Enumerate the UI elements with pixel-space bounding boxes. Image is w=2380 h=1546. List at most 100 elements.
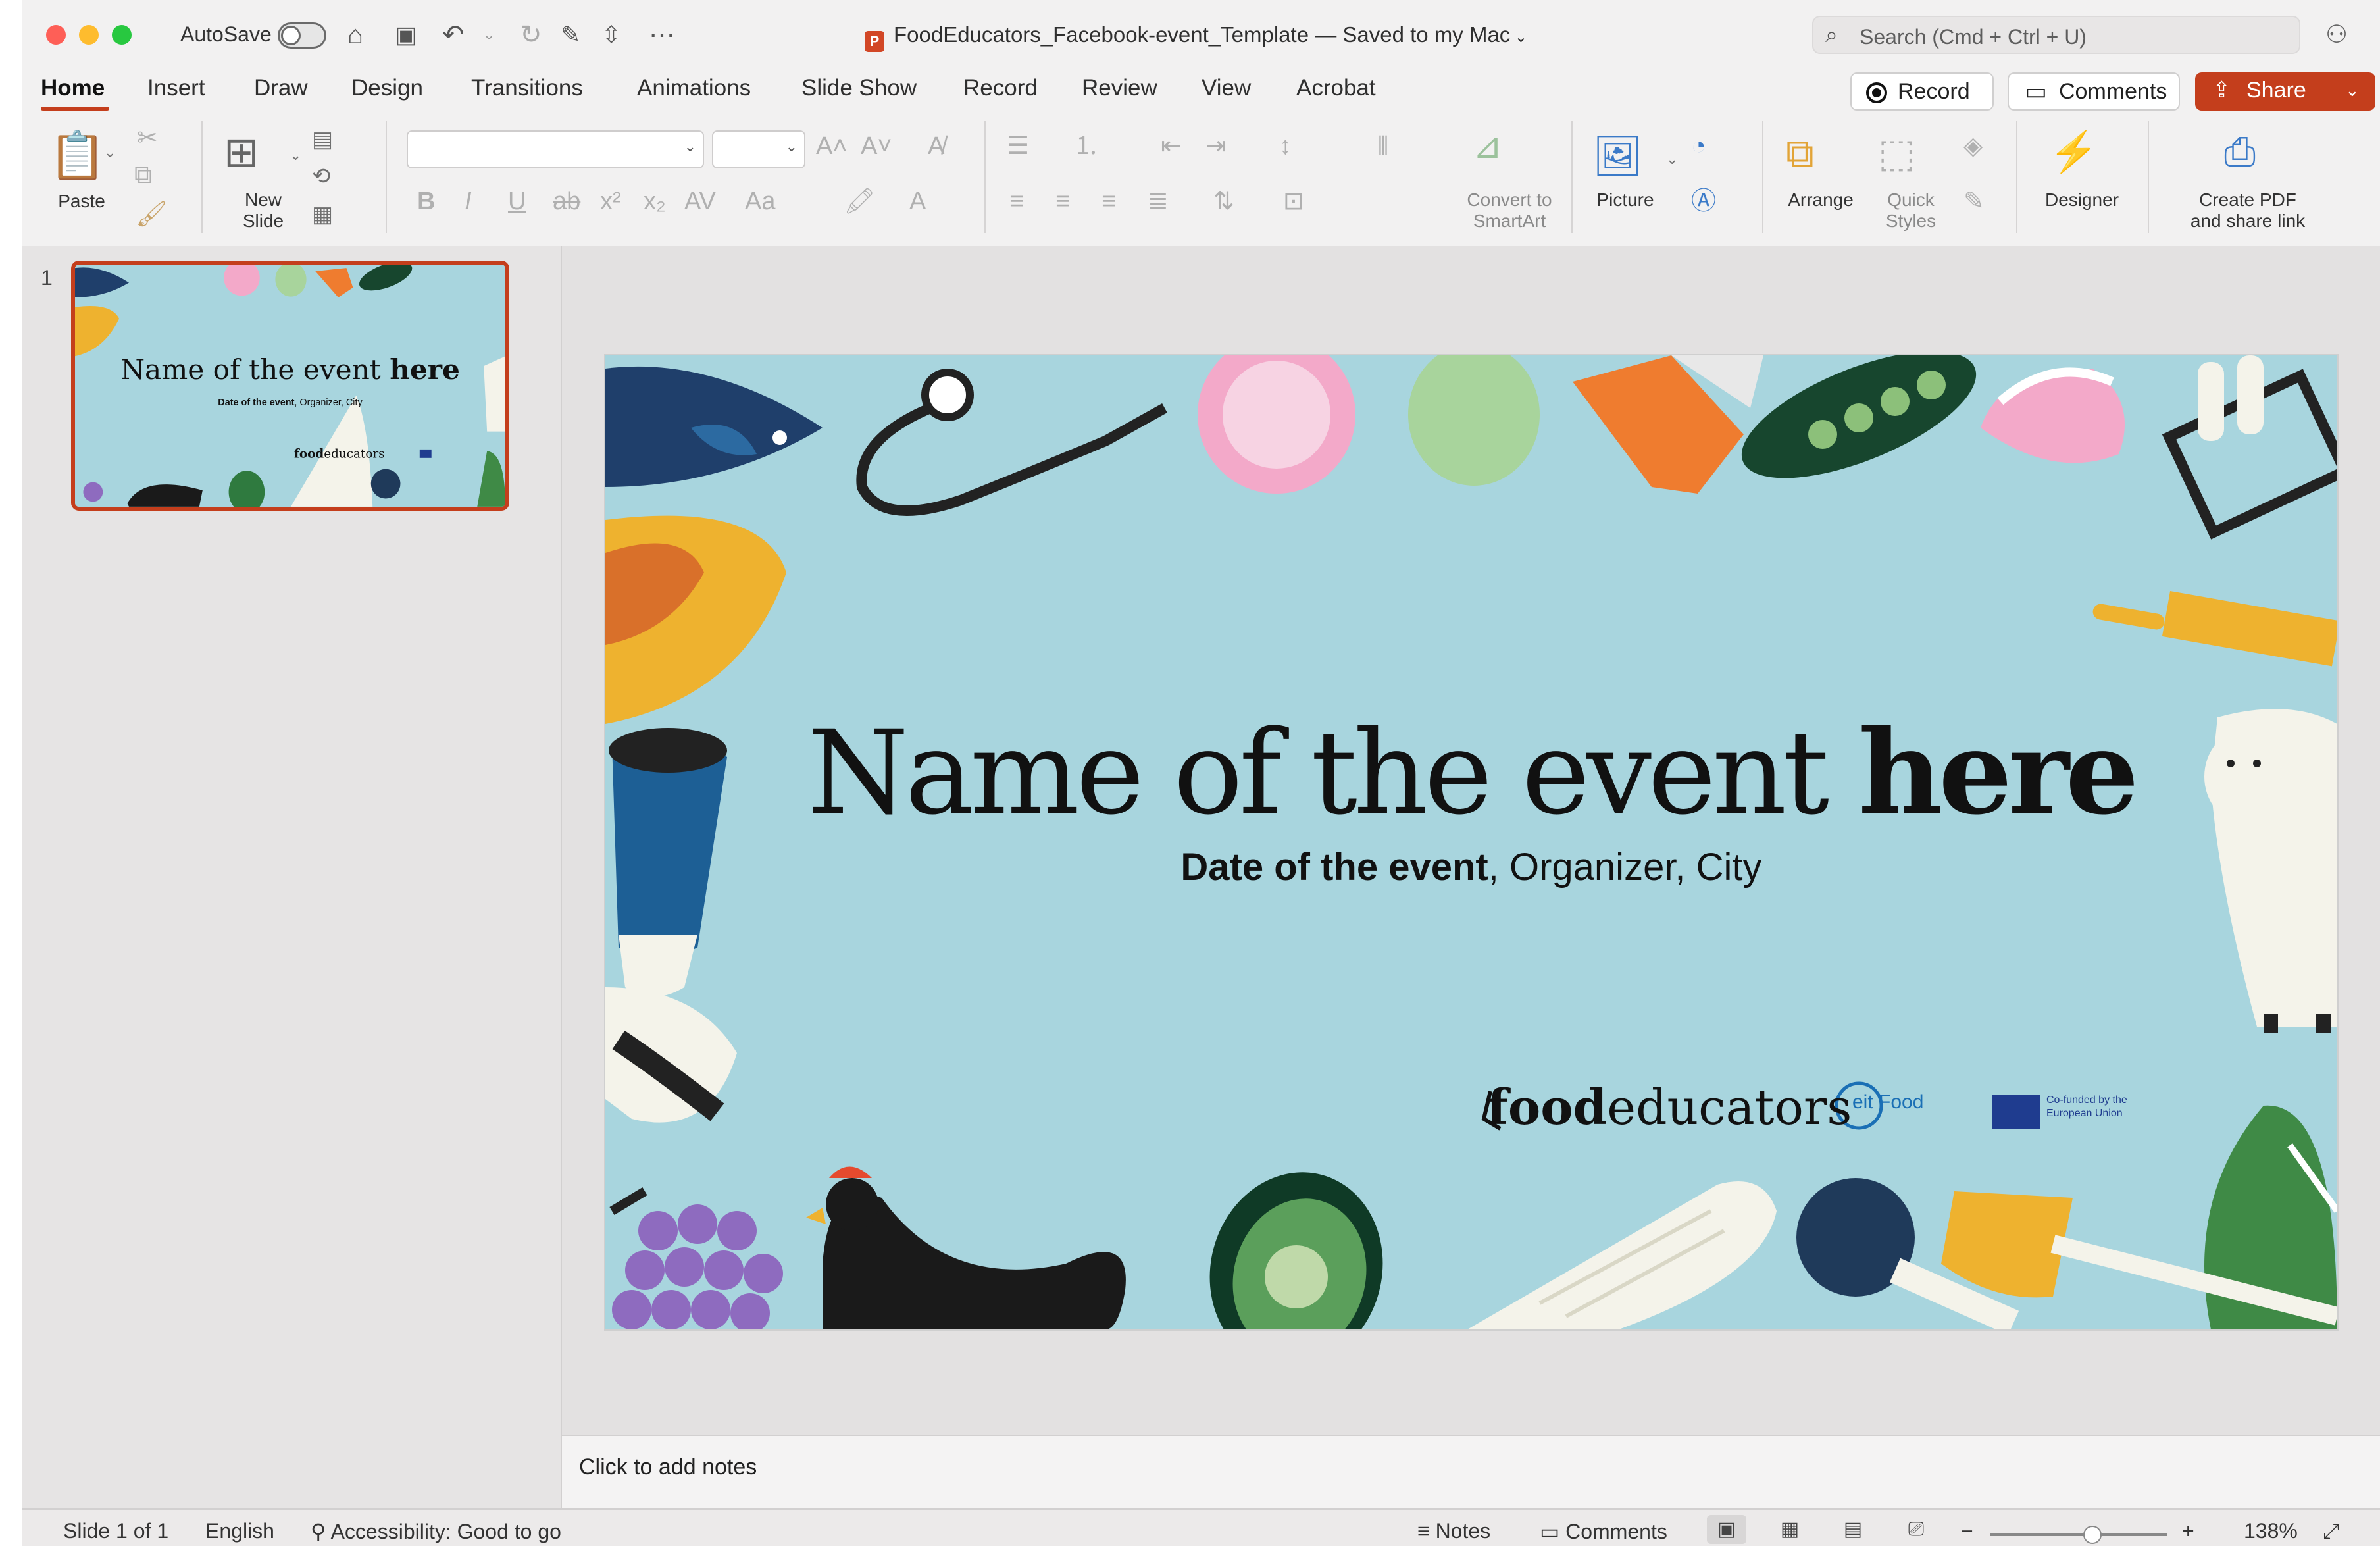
zoom-in-icon[interactable]: +	[2182, 1519, 2194, 1543]
save-icon[interactable]: ▣	[395, 18, 417, 51]
shapes-icon[interactable]: ◔	[1691, 132, 1706, 161]
convert-smartart-label[interactable]: Convert to SmartArt	[1437, 190, 1582, 232]
tab-record[interactable]: Record	[963, 75, 1038, 101]
align-right-icon[interactable]: ≡	[1101, 187, 1116, 216]
shape-outline-icon[interactable]: ✎	[1963, 187, 1985, 216]
undo-icon[interactable]: ↶	[442, 18, 465, 51]
customize-toolbar-icon[interactable]: ⇳	[601, 18, 621, 51]
slide-subtitle[interactable]: Date of the event, Organizer, City	[605, 845, 2337, 889]
numbering-icon[interactable]: ⒈	[1074, 132, 1099, 161]
slide-title[interactable]: Name of the event here	[605, 704, 2337, 840]
current-slide[interactable]: Name of the event here Date of the event…	[605, 355, 2337, 1329]
clear-formatting-icon[interactable]: A̸	[928, 132, 944, 161]
copy-icon[interactable]: ⧉	[134, 161, 152, 190]
strikethrough-icon[interactable]: ab	[553, 187, 580, 216]
picture-dropdown-chevron-icon[interactable]: ⌄	[1666, 145, 1678, 174]
designer-label[interactable]: Designer	[2029, 190, 2135, 211]
columns-icon[interactable]: ⫴	[1378, 132, 1388, 161]
decrease-indent-icon[interactable]: ⇤	[1161, 132, 1182, 161]
convert-smartart-icon[interactable]: ⊿	[1473, 128, 1502, 164]
comments-toggle[interactable]: ▭ Comments	[1540, 1519, 1667, 1544]
notes-placeholder[interactable]: Click to add notes	[579, 1455, 757, 1480]
search-box[interactable]: ⌕ Search (Cmd + Ctrl + U)	[1812, 16, 2300, 54]
undo-dropdown-chevron-icon[interactable]: ⌄	[483, 18, 495, 51]
quick-styles-label[interactable]: Quick Styles	[1858, 190, 1963, 232]
zoom-slider[interactable]	[1990, 1533, 2167, 1536]
tab-home[interactable]: Home	[41, 75, 105, 101]
notes-toggle[interactable]: ≡ Notes	[1417, 1519, 1490, 1543]
increase-indent-icon[interactable]: ⇥	[1205, 132, 1227, 161]
create-pdf-icon[interactable]: ⎙	[2224, 129, 2256, 175]
paste-dropdown-chevron-icon[interactable]: ⌄	[104, 138, 116, 167]
increase-font-size-icon[interactable]: A˄	[816, 132, 848, 161]
zoom-slider-handle[interactable]	[2083, 1526, 2102, 1544]
fit-to-window-icon[interactable]: ⤢	[2323, 1519, 2340, 1544]
tab-animations[interactable]: Animations	[637, 75, 751, 101]
paste-icon[interactable]: 📋	[49, 129, 106, 182]
slide-show-button[interactable]: ⎚	[1896, 1515, 1936, 1544]
underline-icon[interactable]: U	[508, 187, 526, 216]
highlight-icon[interactable]: 🖍	[844, 187, 875, 216]
text-direction-icon[interactable]: ⇅	[1213, 187, 1234, 216]
paste-label[interactable]: Paste	[55, 191, 108, 212]
decrease-font-size-icon[interactable]: A˅	[861, 132, 892, 161]
slide-sorter-button[interactable]: ▦	[1770, 1515, 1810, 1544]
bold-icon[interactable]: B	[417, 187, 435, 216]
tab-review[interactable]: Review	[1082, 75, 1157, 101]
tab-view[interactable]: View	[1202, 75, 1251, 101]
document-title[interactable]: P FoodEducators_Facebook-event_Template —…	[865, 22, 1527, 52]
change-case-icon[interactable]: Aa	[745, 187, 775, 216]
superscript-icon[interactable]: x²	[600, 187, 621, 216]
tab-transitions[interactable]: Transitions	[471, 75, 583, 101]
designer-icon[interactable]: ⚡	[2049, 129, 2098, 175]
close-window-button[interactable]	[46, 25, 66, 45]
redo-icon[interactable]: ↻	[520, 18, 542, 51]
align-center-icon[interactable]: ≡	[1055, 187, 1070, 216]
reset-slide-icon[interactable]: ⟲	[312, 162, 331, 191]
more-options-icon[interactable]: ⋯	[649, 18, 675, 51]
new-slide-icon[interactable]: ⊞	[224, 128, 259, 176]
italic-icon[interactable]: I	[465, 187, 472, 216]
tab-acrobat[interactable]: Acrobat	[1296, 75, 1376, 101]
accessibility-status[interactable]: ⚲ Accessibility: Good to go	[311, 1519, 561, 1544]
bullets-icon[interactable]: ☰	[1007, 132, 1029, 161]
font-size-dropdown[interactable]: ⌄	[712, 130, 805, 168]
tab-design[interactable]: Design	[351, 75, 423, 101]
tab-draw[interactable]: Draw	[254, 75, 308, 101]
normal-view-button[interactable]: ▣	[1707, 1515, 1746, 1544]
cut-icon[interactable]: ✂	[137, 124, 158, 153]
character-spacing-icon[interactable]: AV	[684, 187, 716, 216]
font-family-dropdown[interactable]: ⌄	[407, 130, 704, 168]
line-spacing-icon[interactable]: ↕	[1279, 132, 1292, 161]
comments-button[interactable]: ▭ Comments	[2008, 72, 2180, 111]
slide-thumbnail-1[interactable]: Name of the event here Date of the event…	[71, 261, 509, 511]
align-left-icon[interactable]: ≡	[1009, 187, 1024, 216]
shape-fill-icon[interactable]: ◈	[1963, 132, 1983, 161]
align-text-icon[interactable]: ⊡	[1283, 187, 1304, 216]
justify-icon[interactable]: ≣	[1148, 187, 1169, 216]
tab-slide-show[interactable]: Slide Show	[801, 75, 917, 101]
text-box-icon[interactable]: Ⓐ	[1691, 187, 1716, 216]
share-people-icon[interactable]: ⚇	[2325, 20, 2348, 49]
picture-icon[interactable]: 🖼	[1592, 134, 1642, 178]
tab-insert[interactable]: Insert	[147, 75, 205, 101]
zoom-out-icon[interactable]: −	[1961, 1519, 1973, 1543]
subscript-icon[interactable]: x₂	[644, 187, 666, 216]
zoom-window-button[interactable]	[112, 25, 132, 45]
picture-label[interactable]: Picture	[1579, 190, 1671, 211]
home-icon[interactable]: ⌂	[347, 18, 363, 51]
arrange-icon[interactable]: ⧉	[1786, 132, 1814, 175]
quick-styles-icon[interactable]: ⬚	[1878, 132, 1915, 175]
new-slide-label[interactable]: New Slide	[230, 190, 296, 232]
language-indicator[interactable]: English	[205, 1519, 274, 1543]
zoom-level[interactable]: 138%	[2244, 1519, 2298, 1543]
notes-pane[interactable]: Click to add notes	[562, 1435, 2380, 1510]
record-button[interactable]: Record	[1850, 72, 1994, 111]
font-color-icon[interactable]: A	[909, 187, 926, 216]
reading-view-button[interactable]: ▤	[1833, 1515, 1873, 1544]
format-painter-icon[interactable]: 🖌	[136, 200, 167, 229]
autosave-toggle[interactable]	[278, 22, 326, 49]
new-slide-dropdown-chevron-icon[interactable]: ⌄	[290, 141, 301, 170]
edit-document-icon[interactable]: ✎	[561, 18, 580, 51]
section-icon[interactable]: ▦	[312, 200, 333, 229]
